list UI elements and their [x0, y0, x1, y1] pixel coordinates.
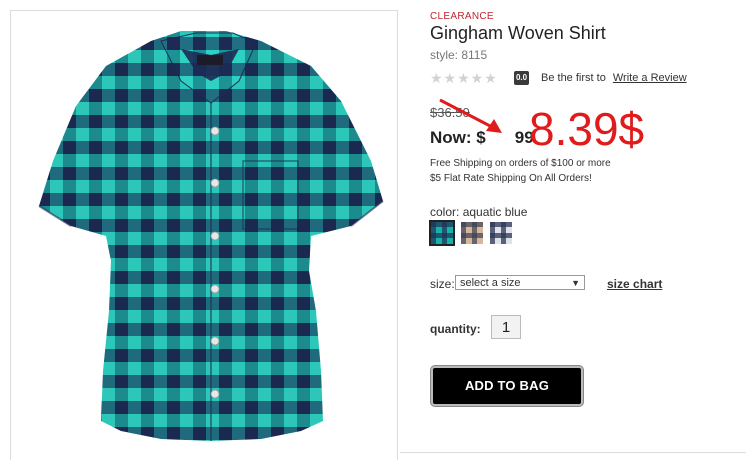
- review-prompt: Be the first to Write a Review: [541, 72, 687, 84]
- quantity-label: quantity:: [430, 322, 481, 336]
- size-select-value: select a size: [460, 277, 521, 289]
- rating-score-badge: 0.0: [514, 71, 529, 85]
- product-style-number: style: 8115: [430, 48, 488, 62]
- sale-price: Now: $99: [430, 128, 534, 148]
- size-label: size:: [430, 277, 455, 291]
- sale-price-label: Now: $: [430, 128, 486, 147]
- swatch-aquatic-blue[interactable]: [429, 220, 455, 246]
- flat-rate-shipping-note: $5 Flat Rate Shipping On All Orders!: [430, 173, 592, 184]
- selected-color-name: aquatic blue: [462, 205, 528, 219]
- clearance-badge: CLEARANCE: [430, 11, 494, 22]
- color-label: color: aquatic blue: [430, 205, 527, 219]
- star-rating[interactable]: ★★★★★: [430, 70, 498, 87]
- size-chart-link[interactable]: size chart: [607, 277, 662, 291]
- size-select[interactable]: select a size ▼: [455, 275, 585, 290]
- swatch-pattern: [490, 222, 512, 244]
- original-price: $36.50: [430, 105, 470, 120]
- color-label-prefix: color:: [430, 205, 460, 219]
- review-prompt-text: Be the first to: [541, 72, 606, 84]
- swatch-tan-plaid[interactable]: [461, 222, 483, 244]
- add-to-bag-button[interactable]: ADD TO BAG: [431, 366, 583, 406]
- product-title: Gingham Woven Shirt: [430, 23, 606, 43]
- star-icon: ★★★★★: [430, 70, 498, 86]
- product-image: [38, 31, 384, 441]
- price-annotation: 8.39$: [529, 103, 645, 155]
- dropdown-caret-icon: ▼: [571, 278, 580, 288]
- quantity-input[interactable]: 1: [491, 315, 521, 339]
- swatch-navy-plaid[interactable]: [490, 222, 512, 244]
- divider: [400, 452, 746, 453]
- swatch-pattern: [461, 222, 483, 244]
- swatch-pattern: [431, 222, 453, 244]
- product-image-frame[interactable]: [10, 10, 398, 460]
- write-review-link[interactable]: Write a Review: [613, 72, 687, 84]
- free-shipping-note: Free Shipping on orders of $100 or more: [430, 158, 611, 169]
